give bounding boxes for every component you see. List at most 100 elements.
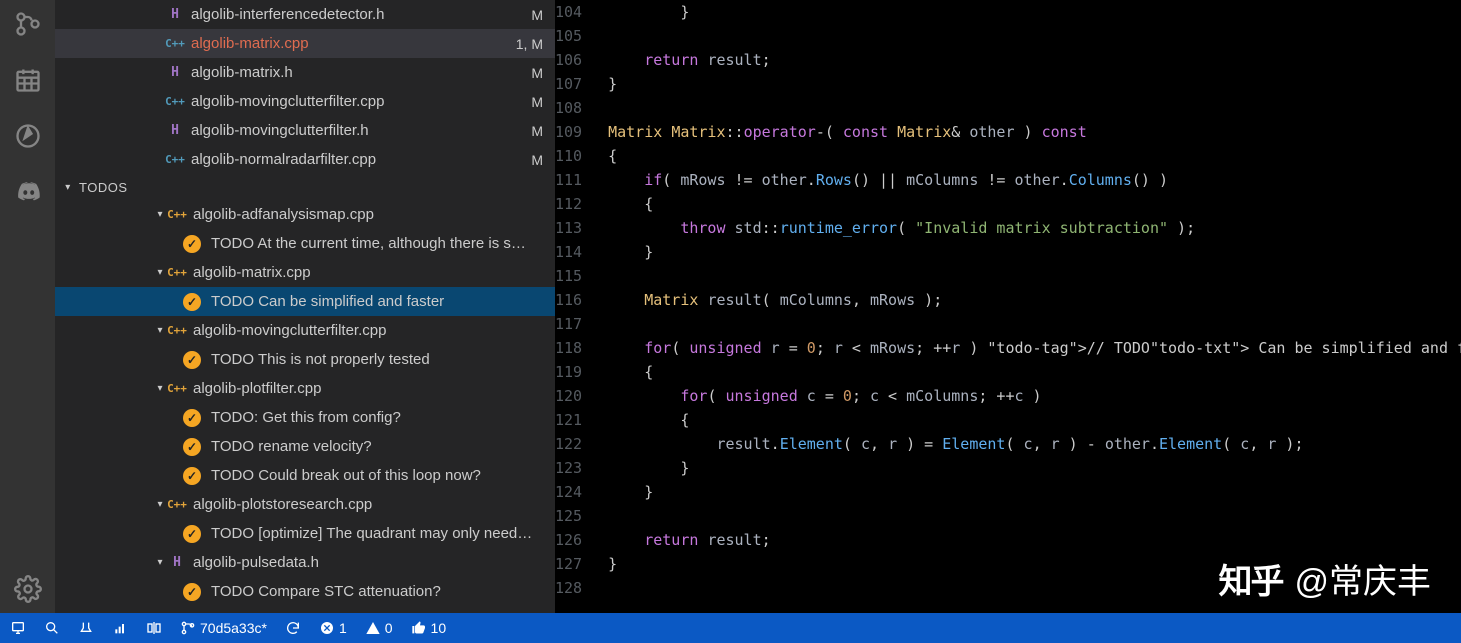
file-type-icon: C++ — [167, 208, 187, 221]
todo-file[interactable]: ▾C++ algolib-plotfilter.cpp — [55, 374, 555, 403]
file-type-icon: H — [165, 7, 185, 22]
code-line[interactable]: Matrix Matrix::operator-( const Matrix& … — [608, 120, 1461, 144]
code-line[interactable] — [608, 24, 1461, 48]
chevron-down-icon: ▾ — [153, 267, 167, 278]
todo-text: TODO Can be simplified and faster — [211, 293, 555, 310]
file-name: algolib-matrix.cpp — [193, 264, 555, 281]
file-row[interactable]: C++ algolib-matrix.cpp 1, M — [55, 29, 555, 58]
code-line[interactable]: result.Element( c, r ) = Element( c, r )… — [608, 432, 1461, 456]
chevron-down-icon: ▾ — [153, 325, 167, 336]
chevron-down-icon: ▾ — [153, 383, 167, 394]
code-line[interactable]: { — [608, 192, 1461, 216]
warnings-count: 0 — [385, 620, 393, 636]
file-name: algolib-plotfilter.cpp — [193, 380, 555, 397]
file-status: 1, M — [516, 36, 543, 52]
file-status: M — [531, 7, 543, 23]
todos-header[interactable]: ▾ TODOS — [55, 174, 555, 200]
branch-name: 70d5a33c* — [200, 620, 267, 636]
errors-count: 1 — [339, 620, 347, 636]
code-line[interactable]: } — [608, 456, 1461, 480]
code-line[interactable] — [608, 264, 1461, 288]
todo-file[interactable]: ▾C++algolib-matrix.cpp — [55, 258, 555, 287]
bars-icon[interactable] — [112, 620, 128, 636]
code-line[interactable]: if( mRows != other.Rows() || mColumns !=… — [608, 168, 1461, 192]
file-row[interactable]: C++algolib-movingclutterfilter.cppM — [55, 87, 555, 116]
todos-title: TODOS — [79, 180, 128, 195]
file-name: algolib-pulsedata.h — [193, 554, 555, 571]
status-bar: 70d5a33c* 1 0 10 — [0, 613, 1461, 643]
search-icon[interactable] — [44, 620, 60, 636]
todo-item[interactable]: ✓TODO Compare STC attenuation? — [55, 577, 555, 606]
compare-icon[interactable] — [146, 620, 162, 636]
code-line[interactable]: for( unsigned c = 0; c < mColumns; ++c ) — [608, 384, 1461, 408]
file-status: M — [531, 152, 543, 168]
code-line[interactable]: return result; — [608, 528, 1461, 552]
code-line[interactable]: { — [608, 360, 1461, 384]
discord-icon[interactable] — [14, 178, 42, 206]
editor[interactable]: 1041051061071081091101111121131141151161… — [555, 0, 1461, 613]
todo-file[interactable]: ▾C++algolib-plotstoresearch.cpp — [55, 490, 555, 519]
code-line[interactable]: return result; — [608, 48, 1461, 72]
file-type-icon: C++ — [167, 382, 187, 395]
todo-item[interactable]: ✓TODO [optimize] The quadrant may only n… — [55, 519, 555, 548]
errors-indicator[interactable]: 1 — [319, 620, 347, 636]
code-line[interactable]: { — [608, 144, 1461, 168]
file-name: algolib-plotstoresearch.cpp — [193, 496, 555, 513]
file-row[interactable]: Halgolib-interferencedetector.hM — [55, 0, 555, 29]
thumbs-count: 10 — [431, 620, 447, 636]
todo-text: TODO This is not properly tested — [211, 351, 555, 368]
code-line[interactable]: } — [608, 240, 1461, 264]
file-row[interactable]: C++algolib-normalradarfilter.cppM — [55, 145, 555, 174]
file-type-icon: H — [167, 555, 187, 570]
file-type-icon: C++ — [165, 37, 185, 50]
code-line[interactable]: { — [608, 408, 1461, 432]
todo-item[interactable]: ✓ TODO: Get this from config? — [55, 403, 555, 432]
sidebar: Halgolib-interferencedetector.hMC++algol… — [55, 0, 555, 613]
code-line[interactable]: throw std::runtime_error( "Invalid matri… — [608, 216, 1461, 240]
code-line[interactable]: for( unsigned r = 0; r < mRows; ++r ) "t… — [608, 336, 1461, 360]
code-line[interactable] — [608, 504, 1461, 528]
todo-item[interactable]: ✓TODO rename velocity? — [55, 432, 555, 461]
code-line[interactable]: } — [608, 72, 1461, 96]
todo-item[interactable]: ✓TODO At the current time, although ther… — [55, 229, 555, 258]
todo-check-icon: ✓ — [183, 583, 201, 601]
file-type-icon: C++ — [165, 153, 185, 166]
code-line[interactable]: Matrix result( mColumns, mRows ); — [608, 288, 1461, 312]
todo-text: TODO [optimize] The quadrant may only ne… — [211, 525, 555, 542]
todo-item[interactable]: ✓TODO Could break out of this loop now? — [55, 461, 555, 490]
thumbs-indicator[interactable]: 10 — [411, 620, 447, 636]
zhihu-logo: 知乎 — [1218, 554, 1282, 603]
gear-icon[interactable] — [14, 575, 42, 603]
chevron-down-icon: ▾ — [153, 209, 167, 220]
todo-check-icon: ✓ — [183, 467, 201, 485]
code-line[interactable]: } — [608, 480, 1461, 504]
todo-file[interactable]: ▾C++algolib-adfanalysismap.cpp — [55, 200, 555, 229]
calendar-icon[interactable] — [14, 66, 42, 94]
remote-icon[interactable] — [10, 620, 26, 636]
todo-item[interactable]: ✓TODO This is not properly tested — [55, 345, 555, 374]
file-name: algolib-movingclutterfilter.cpp — [193, 322, 555, 339]
todo-text: TODO: Get this from config? — [211, 409, 555, 426]
todo-file[interactable]: ▾Halgolib-pulsedata.h — [55, 548, 555, 577]
code-line[interactable] — [608, 312, 1461, 336]
file-name: algolib-movingclutterfilter.h — [191, 122, 525, 139]
sync-icon[interactable] — [285, 620, 301, 636]
scm-icon[interactable] — [14, 10, 42, 38]
branch-indicator[interactable]: 70d5a33c* — [180, 620, 267, 636]
todo-item[interactable]: ✓TODO Can be simplified and faster — [55, 287, 555, 316]
todo-file[interactable]: ▾C++algolib-movingclutterfilter.cpp — [55, 316, 555, 345]
line-gutter: 1041051061071081091101111121131141151161… — [555, 0, 594, 613]
file-type-icon: H — [165, 65, 185, 80]
code-line[interactable] — [608, 96, 1461, 120]
code-line[interactable]: } — [608, 0, 1461, 24]
file-row[interactable]: Halgolib-movingclutterfilter.hM — [55, 116, 555, 145]
activity-bar — [0, 0, 55, 613]
code-area[interactable]: } return result;} Matrix Matrix::operato… — [594, 0, 1461, 613]
file-name: algolib-matrix.cpp — [191, 35, 510, 52]
todo-check-icon: ✓ — [183, 409, 201, 427]
branch-filter-icon[interactable] — [78, 620, 94, 636]
warnings-indicator[interactable]: 0 — [365, 620, 393, 636]
file-row[interactable]: Halgolib-matrix.hM — [55, 58, 555, 87]
todo-text: TODO rename velocity? — [211, 438, 555, 455]
compass-icon[interactable] — [14, 122, 42, 150]
